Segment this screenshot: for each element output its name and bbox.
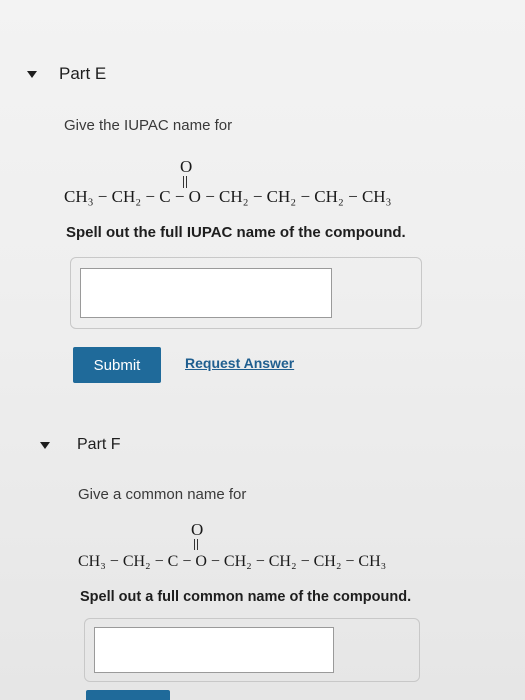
part-e-answer-input[interactable] bbox=[80, 268, 332, 318]
carbonyl-double-bond bbox=[194, 539, 198, 550]
part-f-answer-panel bbox=[84, 618, 420, 682]
part-e-question: Give the IUPAC name for bbox=[64, 117, 233, 134]
part-f-formula: CH₃ − CH₂ − C − O − CH₂ − CH₂ − CH₂ − CH… bbox=[78, 553, 387, 570]
part-f-header[interactable]: Part F bbox=[40, 436, 121, 454]
part-e-formula: CH₃ − CH₂ − C − O − CH₂ − CH₂ − CH₂ − CH… bbox=[64, 187, 392, 206]
part-f-question: Give a common name for bbox=[78, 486, 247, 503]
caret-down-icon[interactable] bbox=[40, 441, 50, 449]
caret-down-icon[interactable] bbox=[27, 70, 37, 78]
submit-button[interactable]: Submit bbox=[73, 347, 161, 383]
part-f-instruction: Spell out a full common name of the comp… bbox=[80, 589, 412, 605]
part-f-submit-button[interactable] bbox=[86, 690, 170, 700]
part-e-answer-panel bbox=[70, 257, 422, 329]
request-answer-link[interactable]: Request Answer bbox=[185, 355, 294, 371]
part-f-title: Part F bbox=[77, 436, 121, 453]
part-f-answer-input[interactable] bbox=[94, 627, 334, 673]
part-e-instruction: Spell out the full IUPAC name of the com… bbox=[66, 224, 406, 241]
carbonyl-oxygen: O bbox=[180, 157, 193, 176]
part-e-header[interactable]: Part E bbox=[27, 64, 106, 84]
part-e-title: Part E bbox=[59, 64, 107, 83]
carbonyl-oxygen: O bbox=[191, 520, 204, 539]
